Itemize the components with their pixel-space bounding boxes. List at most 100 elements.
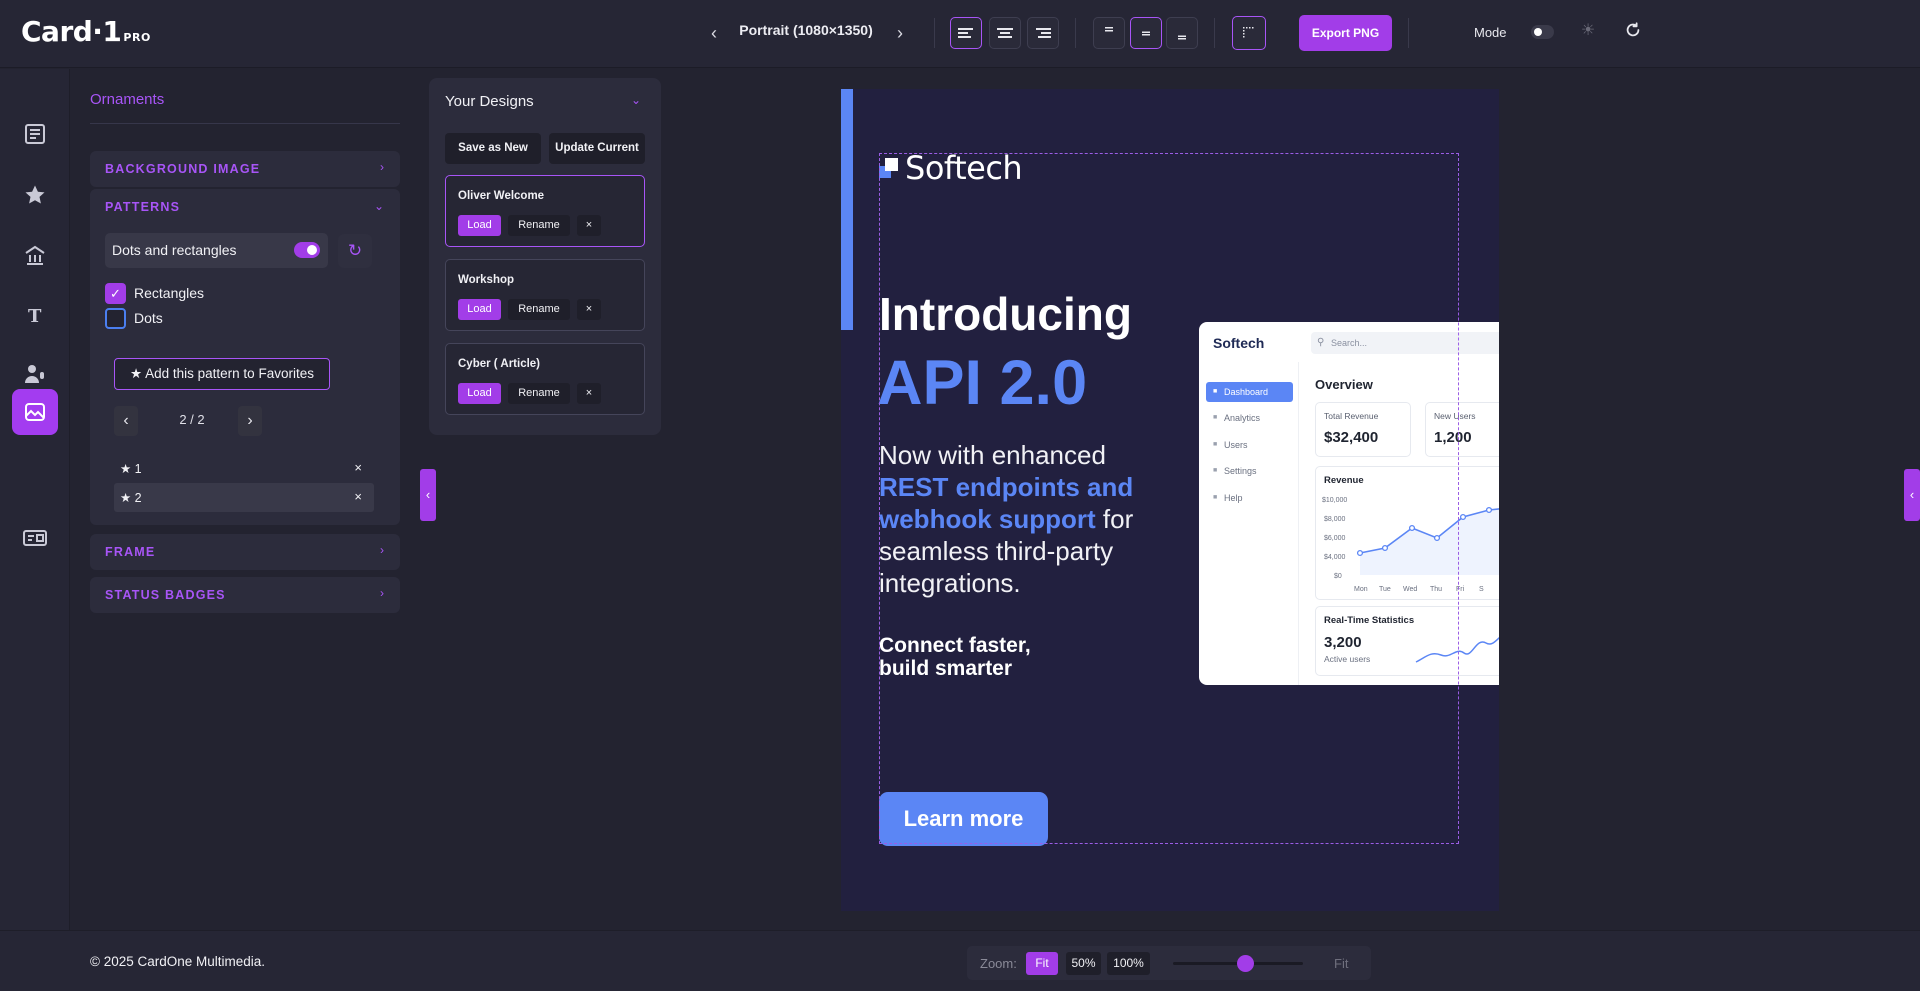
collapse-left-panel-handle[interactable]: ‹ (420, 469, 436, 521)
align-left-button[interactable] (950, 17, 982, 49)
zoom-fit-button[interactable]: Fit (1026, 952, 1058, 975)
align-center-button[interactable] (989, 17, 1021, 49)
align-right-button[interactable] (1027, 17, 1059, 49)
divider (90, 123, 400, 124)
id-card-icon (23, 530, 47, 546)
load-design-button[interactable]: Load (458, 383, 501, 404)
add-to-favorites-button[interactable]: ★ Add this pattern to Favorites (114, 358, 330, 390)
chevron-right-icon: › (380, 586, 384, 600)
guides-icon (1243, 27, 1254, 38)
background-image-section[interactable]: BACKGROUND IMAGE › (90, 151, 400, 187)
svg-text:T: T (28, 306, 42, 327)
section-label: STATUS BADGES (105, 588, 226, 602)
valign-top-button[interactable] (1093, 17, 1125, 49)
toolbar-divider (934, 18, 935, 48)
speaker-icon (25, 365, 44, 383)
canvas-size-label: Portrait (1080×1350) (739, 22, 873, 38)
favorite-label: ★ 1 (120, 462, 142, 476)
load-design-button[interactable]: Load (458, 299, 501, 320)
tool-rail: T (0, 69, 70, 930)
design-name: Oliver Welcome (458, 190, 545, 202)
design-card[interactable]: Cyber ( Article) Load Rename × (445, 343, 645, 415)
x-tick: S (1479, 586, 1484, 593)
section-label: BACKGROUND IMAGE (105, 162, 261, 176)
favorite-item[interactable]: ★ 2 × (114, 483, 374, 512)
rectangles-checkbox[interactable]: ✓ (105, 283, 126, 304)
app-logo: Card·1 PRO (21, 15, 151, 48)
rail-content-button[interactable] (12, 111, 58, 157)
zoom-slider-thumb[interactable] (1237, 955, 1254, 972)
valign-middle-icon (1142, 31, 1150, 36)
update-current-button[interactable]: Update Current (549, 133, 645, 164)
delete-design-button[interactable]: × (577, 215, 601, 236)
theme-mode-toggle[interactable] (1531, 25, 1554, 39)
designs-title: Your Designs (445, 93, 534, 110)
load-design-button[interactable]: Load (458, 215, 501, 236)
section-label[interactable]: PATTERNS (105, 200, 180, 214)
delete-design-button[interactable]: × (577, 299, 601, 320)
accent-bar (841, 89, 853, 330)
toolbar-divider (1075, 18, 1076, 48)
patterns-section: PATTERNS ⌄ Dots and rectangles ↻ ✓ Recta… (90, 189, 400, 525)
zoom-100-button[interactable]: 100% (1107, 952, 1150, 975)
favorite-label: ★ 2 (120, 491, 142, 505)
section-label: FRAME (105, 545, 156, 559)
frame-section[interactable]: FRAME › (90, 534, 400, 570)
design-name: Cyber ( Article) (458, 358, 541, 370)
top-bar: Card·1 PRO ‹ Portrait (1080×1350) › Expor… (0, 0, 1920, 68)
rail-typography-button[interactable]: T (12, 292, 58, 338)
pattern-enabled-toggle[interactable] (294, 242, 320, 258)
chevron-down-icon[interactable]: ⌄ (374, 199, 384, 213)
zoom-label: Zoom: (980, 956, 1017, 971)
valign-bottom-button[interactable] (1166, 17, 1198, 49)
design-canvas[interactable]: Softech Introducing API 2.0 Now with enh… (841, 89, 1499, 911)
reset-pattern-button[interactable]: ↻ (338, 234, 372, 268)
safe-area-guide (879, 153, 1459, 844)
pro-badge: PRO (123, 31, 151, 44)
building-icon (25, 245, 45, 265)
dots-label: Dots (134, 310, 163, 326)
design-card[interactable]: Oliver Welcome Load Rename × (445, 175, 645, 247)
rail-branding-button[interactable] (12, 233, 58, 279)
pattern-select[interactable]: Dots and rectangles (105, 233, 328, 268)
pattern-name: Dots and rectangles (112, 242, 237, 258)
design-card[interactable]: Workshop Load Rename × (445, 259, 645, 331)
ornaments-title: Ornaments (90, 91, 165, 108)
next-page-button[interactable]: › (238, 406, 262, 436)
align-center-icon (997, 28, 1013, 38)
footer: © 2025 CardOne Multimedia. Zoom: Fit 50%… (0, 930, 1920, 991)
collapse-right-panel-handle[interactable]: ‹ (1904, 469, 1920, 521)
valign-top-icon (1105, 27, 1113, 32)
previous-page-button[interactable]: ‹ (114, 406, 138, 436)
refresh-button[interactable] (1624, 21, 1644, 41)
image-icon (25, 403, 45, 421)
status-badges-section[interactable]: STATUS BADGES › (90, 577, 400, 613)
zoom-50-button[interactable]: 50% (1066, 952, 1101, 975)
toolbar-divider (1214, 18, 1215, 48)
favorite-item[interactable]: ★ 1 × (114, 454, 374, 483)
save-as-new-button[interactable]: Save as New (445, 133, 541, 164)
typography-icon: T (28, 306, 42, 327)
rename-design-button[interactable]: Rename (508, 215, 570, 236)
remove-favorite-button[interactable]: × (354, 460, 362, 475)
remove-favorite-button[interactable]: × (354, 489, 362, 504)
rename-design-button[interactable]: Rename (508, 383, 570, 404)
valign-bottom-icon (1178, 35, 1186, 40)
collapse-designs-button[interactable]: ⌄ (631, 93, 641, 107)
valign-middle-button[interactable] (1130, 17, 1162, 49)
design-name: Workshop (458, 274, 515, 286)
rename-design-button[interactable]: Rename (508, 299, 570, 320)
rail-favorites-button[interactable] (12, 172, 58, 218)
guides-toggle-button[interactable] (1232, 16, 1266, 50)
logo-text: Card·1 (21, 15, 122, 48)
dots-checkbox[interactable] (105, 308, 126, 329)
rail-ornaments-button[interactable] (12, 389, 58, 435)
next-size-button[interactable]: › (889, 20, 911, 46)
chevron-right-icon: › (380, 543, 384, 557)
export-png-button[interactable]: Export PNG (1299, 15, 1392, 51)
align-left-icon (958, 28, 973, 38)
text-list-icon (25, 124, 45, 144)
rail-card-button[interactable] (12, 515, 58, 561)
previous-size-button[interactable]: ‹ (703, 20, 725, 46)
delete-design-button[interactable]: × (577, 383, 601, 404)
